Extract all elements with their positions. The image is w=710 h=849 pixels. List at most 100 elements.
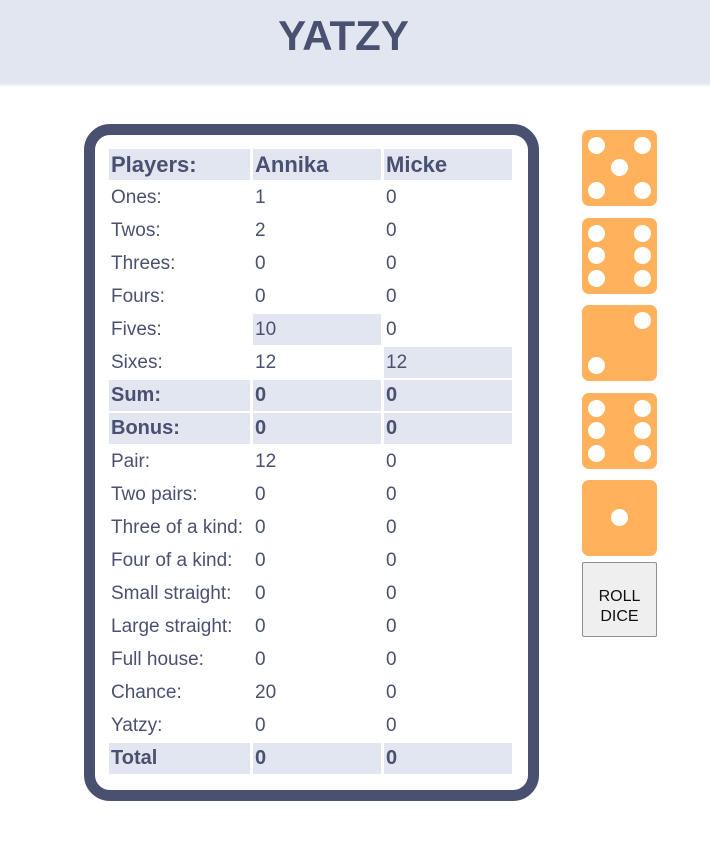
- row-label: Yatzy:: [111, 714, 163, 736]
- score-row-total: Total 0 0: [109, 743, 512, 774]
- die-pip: [634, 225, 651, 242]
- row-label: Three of a kind:: [111, 516, 244, 538]
- score-cell[interactable]: 0: [384, 446, 512, 477]
- die-5[interactable]: [582, 480, 657, 556]
- score-cell[interactable]: 0: [384, 611, 512, 642]
- score-row-sum: Sum: 0 0: [109, 380, 512, 411]
- die-2[interactable]: [582, 218, 657, 294]
- row-label: Small straight:: [111, 582, 232, 604]
- total-cell: 0: [253, 743, 381, 774]
- die-pip: [634, 137, 651, 154]
- score-row-fours: Fours: 0 0: [109, 281, 512, 312]
- score-row-chance: Chance: 20 0: [109, 677, 512, 708]
- die-pip: [588, 270, 605, 287]
- score-cell[interactable]: 0: [384, 578, 512, 609]
- page-title: YATZY: [278, 12, 409, 59]
- score-cell[interactable]: 0: [384, 677, 512, 708]
- total-cell: 0: [384, 413, 512, 444]
- die-pip: [588, 137, 605, 154]
- score-cell[interactable]: 0: [253, 644, 381, 675]
- score-cell[interactable]: 0: [253, 611, 381, 642]
- row-label: Fives:: [111, 318, 162, 340]
- total-cell: 0: [253, 413, 381, 444]
- score-cell[interactable]: 0: [384, 545, 512, 576]
- die-pip: [588, 225, 605, 242]
- score-cell[interactable]: 0: [253, 248, 381, 279]
- player-name-1: Annika: [253, 149, 381, 180]
- score-row-four-of-a-kind: Four of a kind: 0 0: [109, 545, 512, 576]
- die-pip: [588, 422, 605, 439]
- score-cell[interactable]: 0: [384, 479, 512, 510]
- score-cell[interactable]: 0: [384, 512, 512, 543]
- row-label: Bonus:: [109, 413, 250, 444]
- score-table: Players: Annika Micke Ones: 1 0 Twos: 2 …: [106, 147, 515, 776]
- die-pip: [634, 445, 651, 462]
- row-label: Full house:: [111, 648, 204, 670]
- score-cell[interactable]: 0: [253, 281, 381, 312]
- die-pip: [634, 247, 651, 264]
- die-pip: [611, 159, 628, 176]
- die-pip: [634, 400, 651, 417]
- score-cell[interactable]: 0: [253, 512, 381, 543]
- score-row-yatzy: Yatzy: 0 0: [109, 710, 512, 741]
- score-cell[interactable]: 12: [253, 446, 381, 477]
- score-row-three-of-a-kind: Three of a kind: 0 0: [109, 512, 512, 543]
- row-label: Fours:: [111, 285, 165, 307]
- score-cell[interactable]: 0: [384, 248, 512, 279]
- score-row-large-straight: Large straight: 0 0: [109, 611, 512, 642]
- score-cell[interactable]: 0: [253, 710, 381, 741]
- app-header: YATZY: [0, 0, 710, 86]
- row-label: Total: [109, 743, 250, 774]
- players-header-row: Players: Annika Micke: [109, 149, 512, 180]
- die-pip: [588, 445, 605, 462]
- score-cell[interactable]: 20: [253, 677, 381, 708]
- total-cell: 0: [253, 380, 381, 411]
- score-cell[interactable]: 0: [253, 479, 381, 510]
- score-cell[interactable]: 0: [253, 545, 381, 576]
- die-pip: [634, 270, 651, 287]
- roll-dice-button[interactable]: ROLL DICE: [582, 562, 657, 637]
- score-row-full-house: Full house: 0 0: [109, 644, 512, 675]
- die-pip: [588, 400, 605, 417]
- row-label: Sixes:: [111, 351, 163, 373]
- die-pip: [588, 357, 605, 374]
- score-row-twos: Twos: 2 0: [109, 215, 512, 246]
- row-label: Threes:: [111, 252, 176, 274]
- roll-button-label-line2: DICE: [600, 608, 639, 625]
- score-cell[interactable]: 0: [384, 215, 512, 246]
- scorecard: Players: Annika Micke Ones: 1 0 Twos: 2 …: [84, 124, 539, 801]
- score-cell[interactable]: 0: [384, 710, 512, 741]
- roll-button-label-line1: ROLL: [598, 588, 641, 605]
- score-row-threes: Threes: 0 0: [109, 248, 512, 279]
- die-4[interactable]: [582, 393, 657, 469]
- score-cell-highlighted[interactable]: 12: [384, 347, 512, 378]
- score-cell-highlighted[interactable]: 10: [253, 314, 381, 345]
- die-pip: [588, 247, 605, 264]
- row-label: Twos:: [111, 219, 161, 241]
- score-row-pair: Pair: 12 0: [109, 446, 512, 477]
- die-3[interactable]: [582, 305, 657, 381]
- score-cell[interactable]: 0: [384, 281, 512, 312]
- score-cell[interactable]: 12: [253, 347, 381, 378]
- die-1[interactable]: [582, 130, 657, 206]
- die-pip: [611, 509, 628, 526]
- score-cell[interactable]: 1: [253, 182, 381, 213]
- score-cell[interactable]: 0: [384, 644, 512, 675]
- score-cell[interactable]: 0: [253, 578, 381, 609]
- die-pip: [588, 182, 605, 199]
- score-row-bonus: Bonus: 0 0: [109, 413, 512, 444]
- die-pip: [634, 312, 651, 329]
- row-label: Four of a kind:: [111, 549, 233, 571]
- row-label: Two pairs:: [111, 483, 198, 505]
- score-row-fives: Fives: 10 0: [109, 314, 512, 345]
- score-cell[interactable]: 2: [253, 215, 381, 246]
- score-cell[interactable]: 0: [384, 182, 512, 213]
- score-cell[interactable]: 0: [384, 314, 512, 345]
- row-label: Pair:: [111, 450, 151, 472]
- row-label: Sum:: [109, 380, 250, 411]
- total-cell: 0: [384, 743, 512, 774]
- players-header-label: Players:: [109, 149, 250, 180]
- row-label: Large straight:: [111, 615, 233, 637]
- score-row-two-pairs: Two pairs: 0 0: [109, 479, 512, 510]
- row-label: Chance:: [111, 681, 182, 703]
